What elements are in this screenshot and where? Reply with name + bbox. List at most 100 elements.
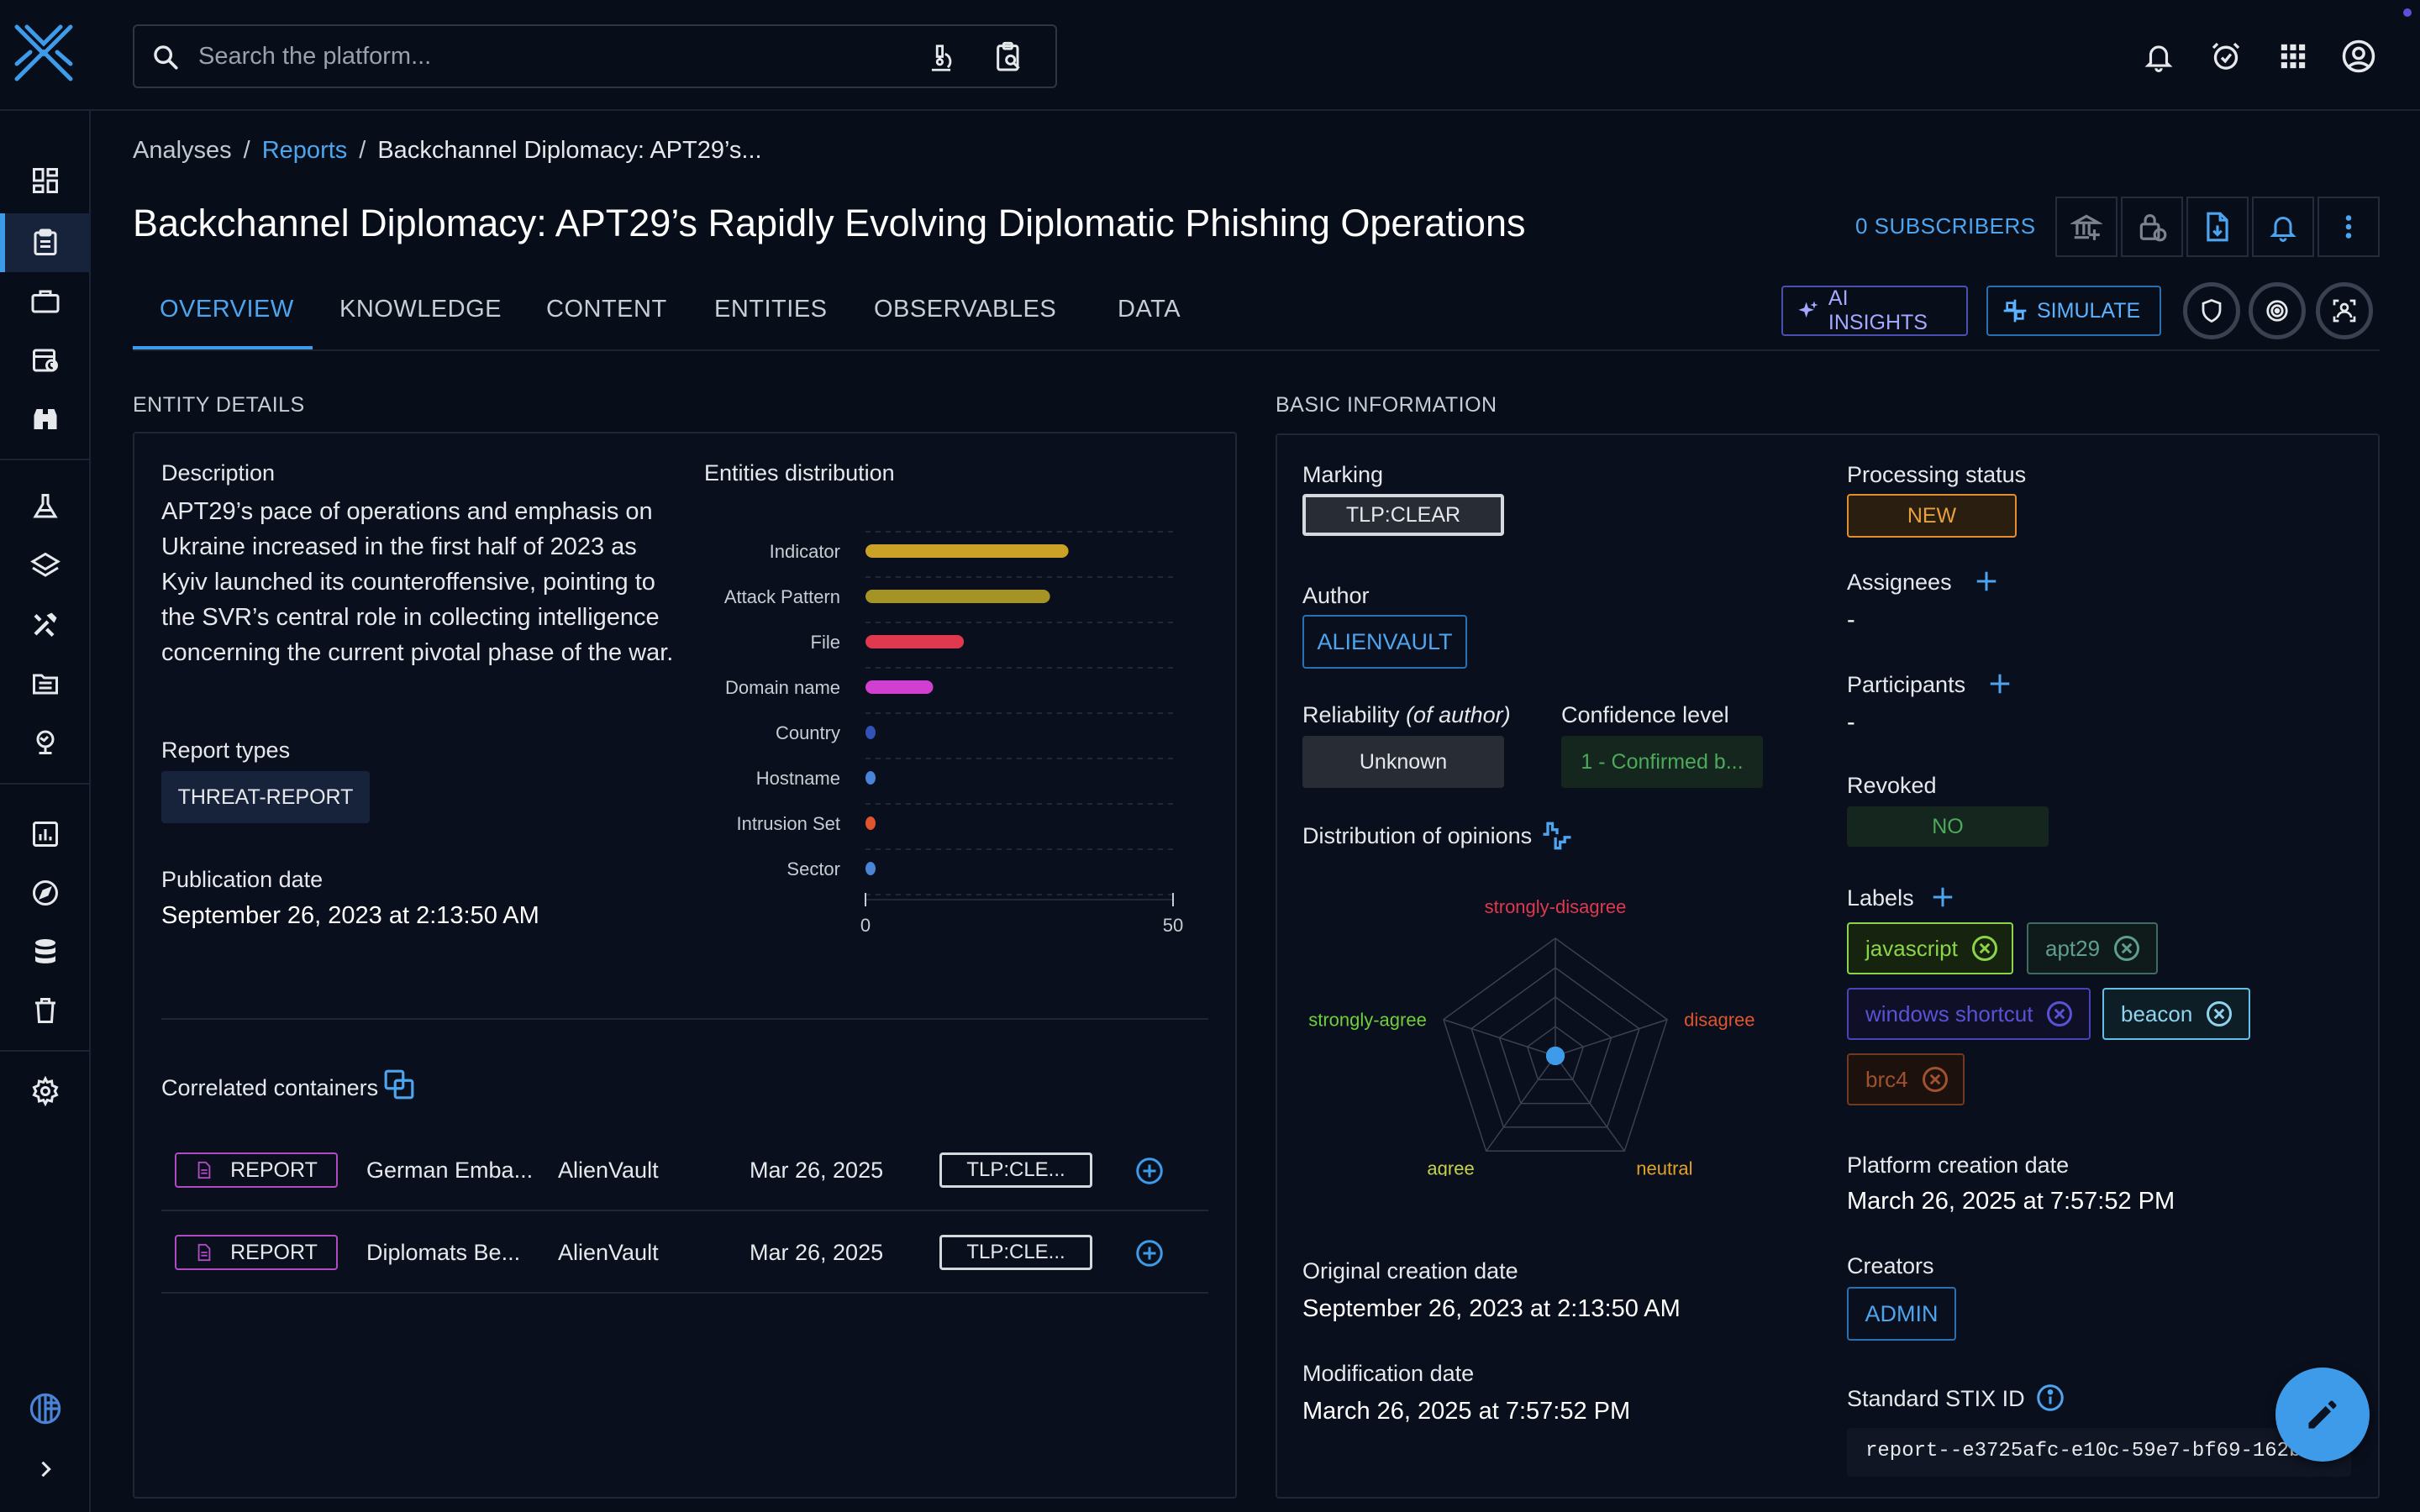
reliability-label: Reliability (of author) <box>1302 702 1511 727</box>
nav-analyses-icon[interactable] <box>0 213 91 272</box>
add-label-icon[interactable] <box>1928 882 1958 912</box>
tab-entities[interactable]: ENTITIES <box>714 296 828 323</box>
nav-techniques-icon[interactable] <box>0 595 91 654</box>
nav-arsenal-icon[interactable] <box>0 536 91 595</box>
row-divider <box>161 1292 1208 1294</box>
remove-label-icon[interactable] <box>2044 999 2075 1029</box>
info-icon[interactable] <box>2033 1381 2067 1415</box>
creators-label: Creators <box>1847 1253 1934 1278</box>
ai-insights-button[interactable]: AI INSIGHTS <box>1781 286 1968 336</box>
left-navigation <box>0 111 91 1512</box>
ai-insights-label: AI INSIGHTS <box>1828 286 1928 334</box>
stix-id-value: report--e3725afc-e10c-59e7-bf69-162b329.… <box>1865 1440 2351 1462</box>
nav-locations-icon[interactable] <box>0 712 91 771</box>
tab-overview[interactable]: OVERVIEW <box>160 296 294 323</box>
alarm-icon[interactable] <box>2207 37 2245 76</box>
nav-investigations-icon[interactable] <box>0 864 91 922</box>
remove-label-icon[interactable] <box>2112 933 2142 963</box>
bar[interactable] <box>865 590 1050 603</box>
account-icon[interactable] <box>2339 37 2378 76</box>
user-detection-icon[interactable] <box>2316 282 2373 339</box>
correlated-name[interactable]: Diplomats Be... <box>366 1240 520 1266</box>
platform-creation-date: March 26, 2025 at 7:57:52 PM <box>1847 1188 2175 1215</box>
radar-axis-label: disagree <box>1684 1010 1754 1031</box>
search-bar[interactable]: Search the platform... <box>133 24 1057 88</box>
original-creation-date: September 26, 2023 at 2:13:50 AM <box>1302 1295 1681 1322</box>
marking-chip: TLP:CLEAR <box>1302 494 1504 536</box>
simulate-button[interactable]: SIMULATE <box>1986 286 2161 336</box>
nav-entities-icon[interactable] <box>0 654 91 712</box>
platform-creation-label: Platform creation date <box>1847 1152 2070 1178</box>
original-creation-label: Original creation date <box>1302 1258 1518 1284</box>
remove-label-icon[interactable] <box>1970 933 2000 963</box>
confidence-label: Confidence level <box>1561 702 1729 727</box>
search-clipboard-icon[interactable] <box>990 38 1028 76</box>
author-chip[interactable]: ALIENVAULT <box>1302 615 1467 669</box>
access-restriction-button[interactable] <box>2121 197 2183 257</box>
search-icon <box>150 41 182 73</box>
category-label: Sector <box>786 858 840 879</box>
modification-label: Modification date <box>1302 1361 1475 1386</box>
tab-data[interactable]: DATA <box>1118 296 1181 323</box>
nav-settings-icon[interactable] <box>0 1062 91 1121</box>
nav-observations-icon[interactable] <box>0 390 91 449</box>
nav-events-icon[interactable] <box>0 331 91 390</box>
radar-point[interactable] <box>1546 1047 1565 1065</box>
correlated-name[interactable]: German Emba... <box>366 1158 533 1184</box>
tab-knowledge[interactable]: KNOWLEDGE <box>339 296 502 323</box>
nav-dashboards-icon[interactable] <box>0 805 91 864</box>
bar[interactable] <box>865 635 965 648</box>
remove-label-icon[interactable] <box>1920 1064 1950 1095</box>
nav-trash-icon[interactable] <box>0 981 91 1040</box>
nav-data-icon[interactable] <box>0 922 91 981</box>
notifications-icon[interactable] <box>2139 37 2178 76</box>
correlated-marking: TLP:CLE... <box>939 1235 1092 1270</box>
breadcrumb-current: Backchannel Diplomacy: APT29’s... <box>377 137 762 164</box>
nav-threats-icon[interactable] <box>0 477 91 536</box>
more-options-button[interactable] <box>2317 197 2380 257</box>
share-organization-button[interactable] <box>2055 197 2118 257</box>
expand-nav-chevron-icon[interactable] <box>0 1440 91 1499</box>
tab-observables[interactable]: OBSERVABLES <box>874 296 1056 323</box>
participants-value: - <box>1847 709 1855 736</box>
shield-icon[interactable] <box>2183 282 2240 339</box>
report-type-badge: REPORT <box>175 1152 338 1188</box>
remove-label-icon[interactable] <box>2204 999 2234 1029</box>
assignees-value: - <box>1847 606 1855 633</box>
add-participant-icon[interactable] <box>1985 669 2015 699</box>
label-name: javascript <box>1865 935 1958 961</box>
nav-dashboard-icon[interactable] <box>0 151 91 210</box>
simulate-icon <box>2003 299 2027 323</box>
bar[interactable] <box>865 544 1069 558</box>
bar[interactable] <box>865 816 876 830</box>
export-file-button[interactable] <box>2186 197 2249 257</box>
add-container-icon[interactable] <box>1133 1236 1166 1270</box>
nav-cases-icon[interactable] <box>0 272 91 331</box>
target-icon[interactable] <box>2249 282 2306 339</box>
bar[interactable] <box>865 680 934 694</box>
correlated-graph-icon[interactable] <box>381 1067 417 1102</box>
subscribe-bell-button[interactable] <box>2252 197 2314 257</box>
basic-information-heading: BASIC INFORMATION <box>1276 393 1497 417</box>
publication-date-label: Publication date <box>161 867 324 892</box>
edit-fab-button[interactable] <box>2275 1368 2370 1462</box>
breadcrumb-analyses[interactable]: Analyses <box>133 137 232 164</box>
bar[interactable] <box>865 771 876 785</box>
subscribers-button[interactable]: 0 SUBSCRIBERS <box>1855 213 2036 239</box>
microscope-icon[interactable] <box>923 39 960 76</box>
category-label: Attack Pattern <box>724 586 840 607</box>
opencti-logo-icon[interactable] <box>12 20 76 84</box>
status-dot <box>2403 8 2412 17</box>
description-text: APT29’s pace of operations and emphasis … <box>161 498 674 666</box>
creator-chip[interactable]: ADMIN <box>1847 1287 1956 1341</box>
add-assignee-icon[interactable] <box>1971 566 2002 596</box>
search-input[interactable]: Search the platform... <box>198 43 431 71</box>
apps-grid-icon[interactable] <box>2274 37 2312 76</box>
bar[interactable] <box>865 862 876 875</box>
opinion-thumbs-icon[interactable] <box>1538 816 1576 855</box>
add-container-icon[interactable] <box>1133 1154 1166 1188</box>
breadcrumb-reports[interactable]: Reports <box>262 137 348 164</box>
tabs-divider <box>133 349 2380 351</box>
bar[interactable] <box>865 726 876 739</box>
tab-content[interactable]: CONTENT <box>546 296 667 323</box>
